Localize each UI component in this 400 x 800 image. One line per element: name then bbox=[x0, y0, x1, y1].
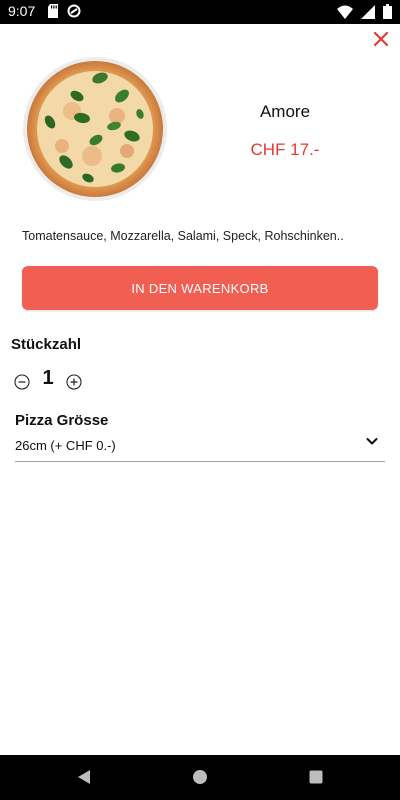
home-icon bbox=[193, 770, 207, 784]
status-time: 9:07 bbox=[8, 3, 36, 19]
battery-icon bbox=[383, 4, 392, 19]
product-name: Amore bbox=[259, 102, 311, 121]
wifi-icon bbox=[337, 5, 353, 19]
status-icons-right bbox=[337, 4, 392, 19]
recents-icon bbox=[309, 770, 323, 784]
back-button[interactable] bbox=[75, 768, 93, 786]
status-icons-left bbox=[47, 4, 81, 18]
product-price: CHF 17.- bbox=[250, 140, 320, 159]
navigation-bar bbox=[0, 755, 400, 800]
sd-card-icon bbox=[48, 4, 58, 18]
minus-circle-icon bbox=[14, 374, 30, 390]
pizza-image bbox=[22, 56, 168, 202]
circle-slash-icon bbox=[67, 4, 81, 18]
chevron-down-icon bbox=[366, 438, 378, 445]
status-bar: 9:07 bbox=[0, 0, 400, 24]
close-icon bbox=[373, 31, 389, 47]
home-button[interactable] bbox=[192, 769, 208, 785]
decrease-quantity-button[interactable] bbox=[14, 374, 30, 390]
product-description: Tomatensauce, Mozzarella, Salami, Speck,… bbox=[22, 229, 344, 243]
add-to-cart-button[interactable]: IN DEN WARENKORB bbox=[22, 266, 378, 310]
add-to-cart-label: IN DEN WARENKORB bbox=[131, 280, 269, 296]
quantity-value: 1 bbox=[42, 367, 54, 389]
quantity-label: Stückzahl bbox=[11, 336, 82, 353]
signal-icon bbox=[361, 4, 375, 19]
plus-circle-icon bbox=[66, 374, 82, 390]
close-button[interactable] bbox=[370, 28, 392, 50]
pizza-size-label: Pizza Grösse bbox=[15, 412, 109, 429]
back-icon bbox=[78, 770, 90, 784]
recents-button[interactable] bbox=[308, 769, 324, 785]
increase-quantity-button[interactable] bbox=[66, 374, 82, 390]
pizza-size-select[interactable]: 26cm (+ CHF 0.-) bbox=[15, 430, 385, 462]
pizza-size-value: 26cm (+ CHF 0.-) bbox=[15, 438, 116, 453]
